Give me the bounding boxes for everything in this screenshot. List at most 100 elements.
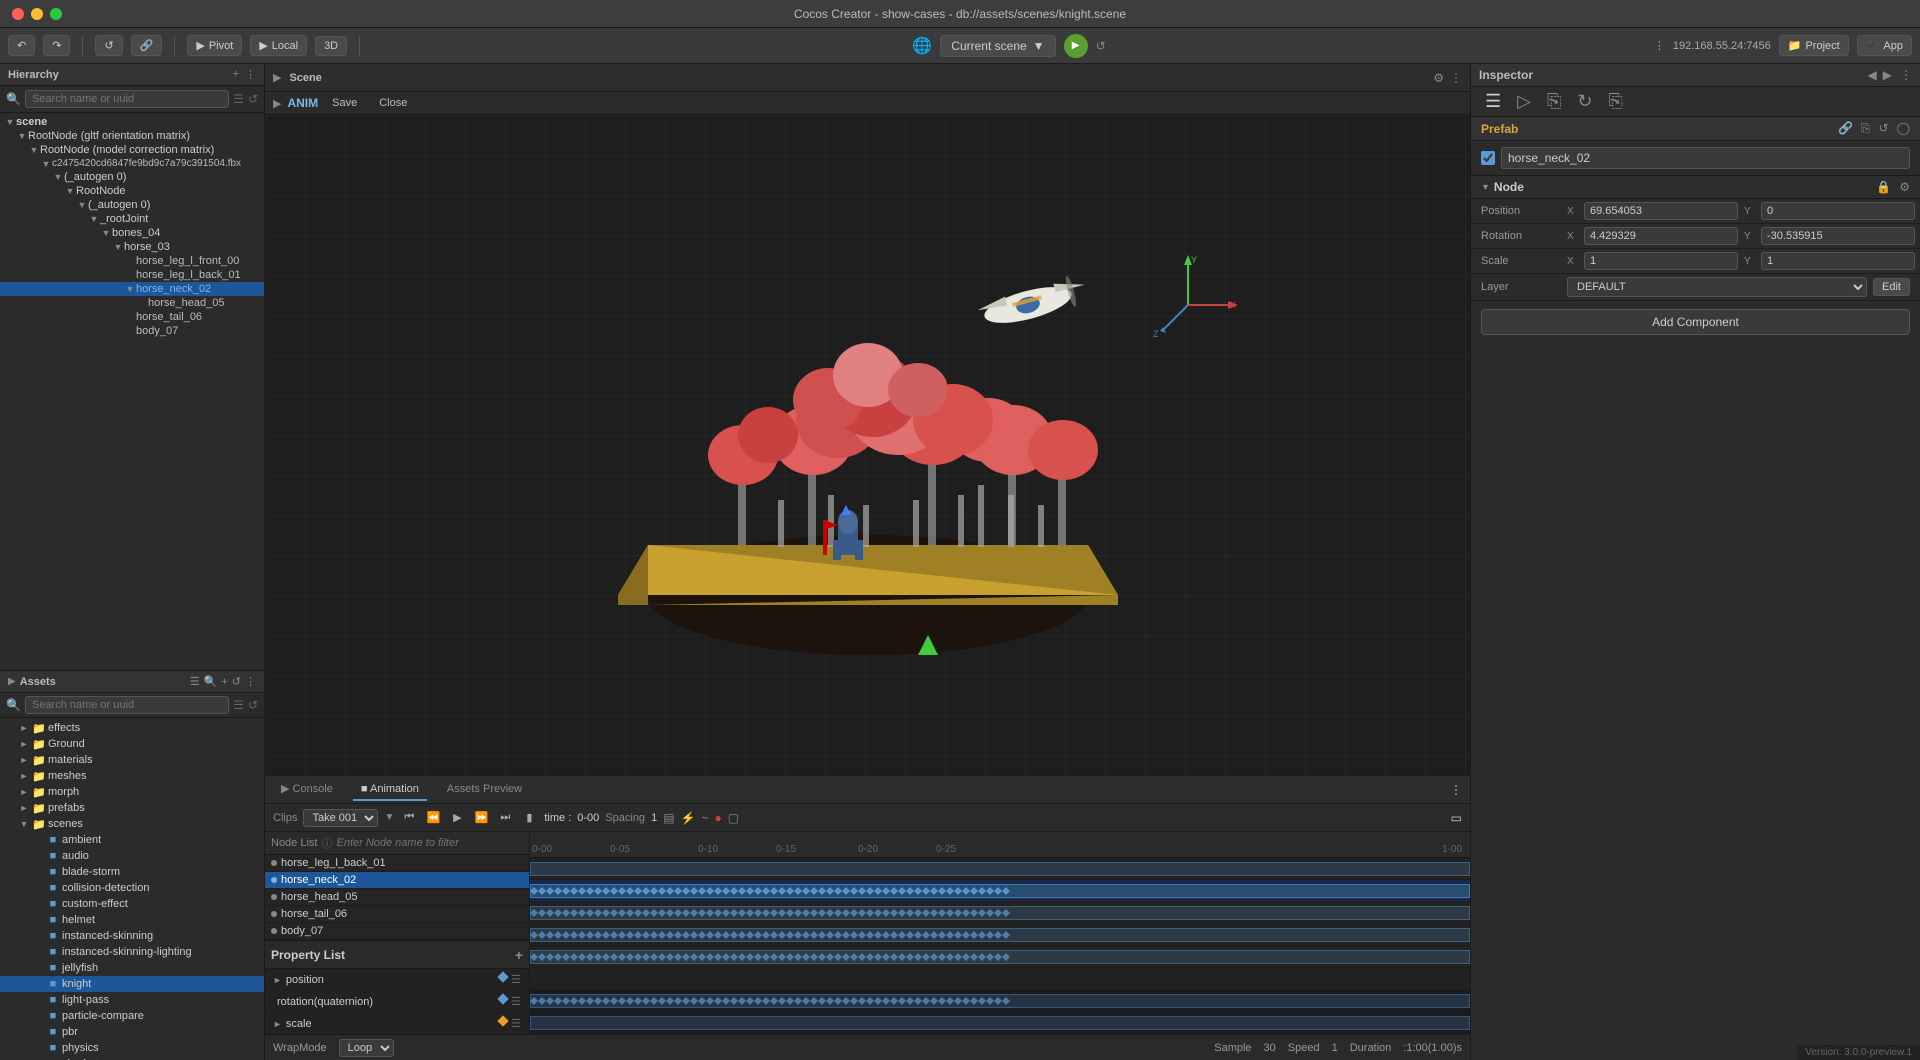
asset-item-custom-effect[interactable]: ■ custom-effect [0,896,264,912]
asset-item-ground[interactable]: ► 📁 Ground [0,736,264,752]
rotation-y-input[interactable] [1761,227,1915,245]
play-button[interactable]: ▶ [1064,34,1088,58]
position-y-input[interactable] [1761,202,1915,220]
prev-frame-button[interactable]: ⏪ [424,809,442,827]
project-button[interactable]: 📁 Project [1779,35,1849,56]
3d-button[interactable]: 3D [315,36,347,56]
asset-item-helmet[interactable]: ■ helmet [0,912,264,928]
hierarchy-item-rootnode-gltf[interactable]: ▼ RootNode (gltf orientation matrix) [0,129,264,143]
asset-item-jellyfish[interactable]: ■ jellyfish [0,960,264,976]
scene-viewport[interactable]: Y X Z [265,115,1470,775]
anim-close-button[interactable]: Close [371,95,415,111]
scale-menu-icon[interactable]: ☰ [511,1017,521,1030]
tab-inspector-alt4[interactable]: ⎘ [1602,89,1628,114]
hierarchy-item-bones04[interactable]: ▼ bones_04 [0,226,264,240]
scale-y-input[interactable] [1761,252,1915,270]
node-row-horse-leg-back[interactable]: horse_leg_l_back_01 [265,855,529,872]
prefab-icon4[interactable]: ◯ [1897,121,1910,136]
asset-item-physics[interactable]: ■ physics [0,1040,264,1056]
prefab-icon3[interactable]: ↺ [1879,121,1889,136]
skip-end-button[interactable]: ⏭ [496,809,514,827]
hierarchy-item-autogen0[interactable]: ▼ (_autogen 0) [0,170,264,184]
node-list-filter-input[interactable] [336,837,523,849]
record-icon[interactable]: ● [715,811,722,825]
assets-refresh-btn[interactable]: ↺ [248,698,258,712]
undo-button[interactable]: ↶ [8,35,35,56]
layer-select[interactable]: DEFAULT [1567,277,1867,297]
hierarchy-item-horse03[interactable]: ▼ horse_03 [0,240,264,254]
refresh-button[interactable]: ↺ [95,35,122,56]
node-lock-icon[interactable]: 🔒 [1876,180,1891,194]
prefab-icon2[interactable]: ⎘ [1861,121,1871,136]
asset-item-morph[interactable]: ► 📁 morph [0,784,264,800]
node-row-horse-tail[interactable]: horse_tail_06 [265,906,529,923]
hierarchy-refresh-icon[interactable]: ↺ [248,92,258,106]
hierarchy-item-rootnode[interactable]: ▼ RootNode [0,184,264,198]
anim-save-button[interactable]: Save [324,95,365,111]
timeline-expand-icon[interactable]: ▭ [1451,811,1462,825]
property-row-position[interactable]: ► position ☰ [265,969,529,991]
assets-search-input[interactable] [25,696,229,714]
hierarchy-item-horse-tail[interactable]: horse_tail_06 [0,310,264,324]
minimize-button[interactable] [31,8,43,20]
lightning-icon[interactable]: ⚡ [681,811,696,825]
link-button[interactable]: 🔗 [131,35,163,56]
node-name-input[interactable] [1501,147,1910,169]
clips-select[interactable]: Take 001 [303,809,378,827]
tab-inspector-alt2[interactable]: ⎘ [1541,89,1567,114]
timeline-tracks[interactable]: var w = 480; var gap = 8; for(var i=4;i'… [530,858,1470,1034]
current-scene-button[interactable]: Current scene ▼ [940,35,1055,57]
scale-x-input[interactable] [1584,252,1738,270]
curve-icon[interactable]: ~ [701,811,708,825]
hierarchy-item-horse-neck[interactable]: ▼ horse_neck_02 [0,282,264,296]
hierarchy-item-scene[interactable]: ▼ scene [0,115,264,129]
assets-menu-icon[interactable]: ⋮ [245,675,256,688]
prefab-icon1[interactable]: 🔗 [1838,121,1853,136]
next-frame-button[interactable]: ⏩ [472,809,490,827]
extra-icon[interactable]: ▢ [728,811,739,825]
assets-search-icon[interactable]: 🔍 [204,675,218,688]
hierarchy-search-input[interactable] [25,90,229,108]
asset-item-effects[interactable]: ► 📁 effects [0,720,264,736]
redo-button[interactable]: ↷ [43,35,70,56]
assets-refresh-icon[interactable]: ↺ [232,675,241,688]
keyframe-grid-icon[interactable]: ▤ [663,811,674,825]
hierarchy-menu-icon[interactable]: ⋮ [245,68,256,81]
anim-panel-menu[interactable]: ⋮ [1450,783,1462,797]
node-section-header[interactable]: ▼ Node 🔒 ⚙ [1471,175,1920,199]
hierarchy-add-icon[interactable]: + [233,68,239,81]
property-row-scale[interactable]: ► scale ☰ [265,1013,529,1034]
local-button[interactable]: ▶ Local [250,35,307,56]
asset-item-pbr[interactable]: ■ pbr [0,1024,264,1040]
assets-filter-icon[interactable]: ☰ [190,675,200,688]
asset-item-blade-storm[interactable]: ■ blade-storm [0,864,264,880]
tab-assets-preview[interactable]: Assets Preview [439,779,530,801]
hierarchy-item-horse-head[interactable]: horse_head_05 [0,296,264,310]
tab-animation[interactable]: ■ Animation [353,779,427,801]
rotation-menu-icon[interactable]: ☰ [511,995,521,1008]
scene-menu-icon[interactable]: ⋮ [1450,71,1462,85]
asset-item-prefabs[interactable]: ► 📁 prefabs [0,800,264,816]
hierarchy-item-horse-leg-front[interactable]: horse_leg_l_front_00 [0,254,264,268]
asset-item-meshes[interactable]: ► 📁 meshes [0,768,264,784]
hierarchy-filter-icon[interactable]: ☰ [233,92,244,106]
node-gear-icon[interactable]: ⚙ [1899,180,1910,194]
position-x-input[interactable] [1584,202,1738,220]
position-menu-icon[interactable]: ☰ [511,973,521,986]
hierarchy-item-rootjoint[interactable]: ▼ _rootJoint [0,212,264,226]
app-button[interactable]: ◾ App [1857,35,1912,56]
node-row-horse-head[interactable]: horse_head_05 [265,889,529,906]
assets-add-icon[interactable]: + [221,676,227,688]
asset-item-collision-detection[interactable]: ■ collision-detection [0,880,264,896]
asset-item-materials[interactable]: ► 📁 materials [0,752,264,768]
asset-item-particle-compare[interactable]: ■ particle-compare [0,1008,264,1024]
asset-item-light-pass[interactable]: ■ light-pass [0,992,264,1008]
asset-item-knight[interactable]: ■ knight [0,976,264,992]
inspector-menu-icon[interactable]: ⋮ [1900,68,1912,82]
tab-console[interactable]: ▶ Console [273,778,341,801]
asset-item-audio[interactable]: ■ audio [0,848,264,864]
scale-keyframe-icon[interactable] [497,1015,508,1026]
asset-item-ambient[interactable]: ■ ambient [0,832,264,848]
tab-inspector-alt1[interactable]: ▷ [1511,89,1537,114]
node-row-horse-neck[interactable]: horse_neck_02 [265,872,529,889]
